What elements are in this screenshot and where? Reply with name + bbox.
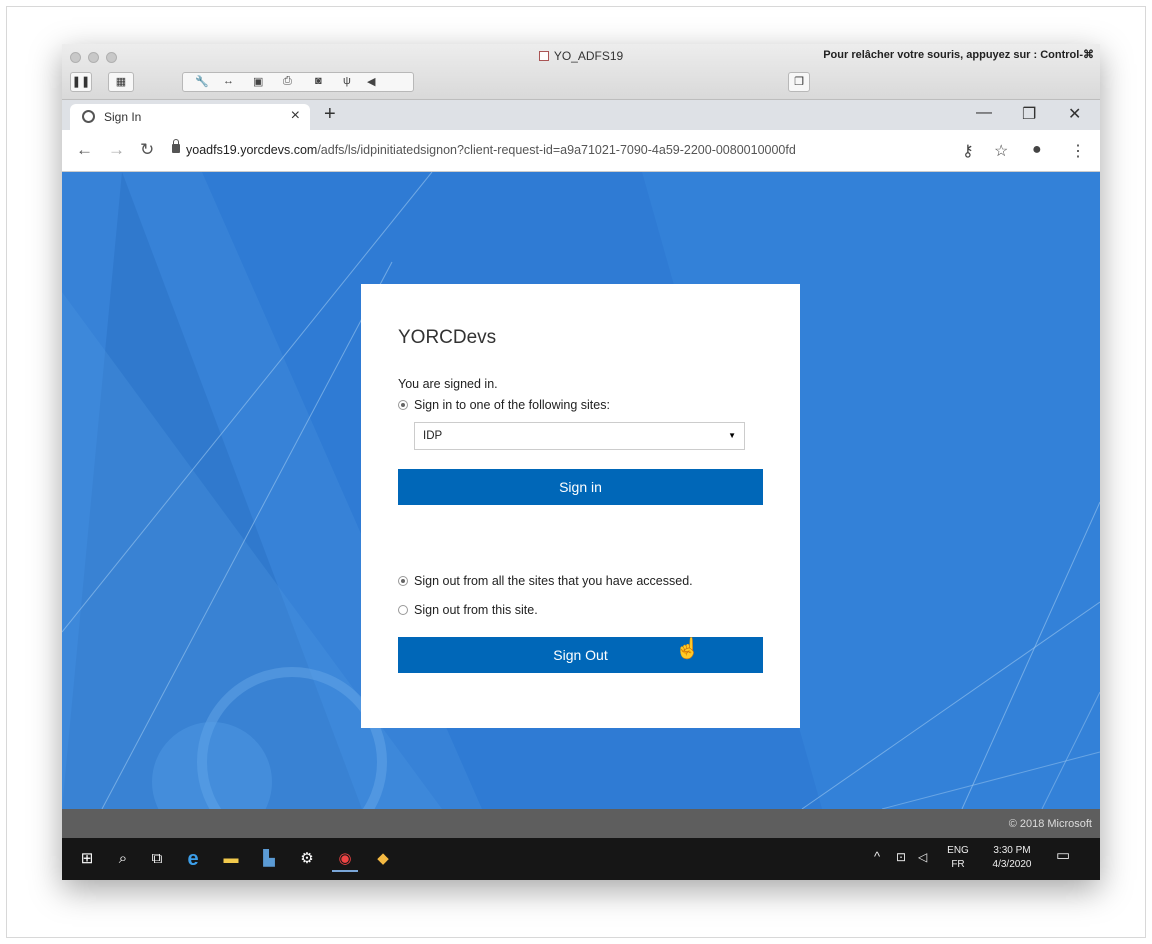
network-tray-icon[interactable]: ⊡ [896, 850, 906, 864]
disk-icon[interactable]: ▣ [253, 75, 263, 88]
clock-date: 4/3/2020 [992, 859, 1032, 870]
wrench-icon[interactable]: 🔧 [195, 75, 209, 88]
adfs-management-icon[interactable]: ◆ [370, 846, 396, 872]
server-manager-icon[interactable]: ▙ [256, 846, 282, 872]
site-select[interactable]: IDP ▼ [414, 422, 745, 450]
tab-sign-in[interactable]: Sign In × [70, 104, 310, 130]
reload-icon[interactable]: ↻ [140, 140, 154, 160]
url-host: yoadfs19.yorcdevs.com [186, 143, 318, 157]
language-indicator[interactable]: ENG FR [946, 844, 970, 872]
vm-window: YO_ADFS19 Pour relâcher votre souris, ap… [62, 44, 1100, 880]
windows-start-icon[interactable]: ⊞ [74, 846, 100, 872]
copyright-bar: © 2018 Microsoft [62, 809, 1100, 838]
sign-out-button[interactable]: Sign Out [398, 637, 763, 673]
lock-icon[interactable] [172, 139, 180, 153]
vm-mouse-hint: Pour relâcher votre souris, appuyez sur … [823, 49, 1094, 61]
radio-selected-icon[interactable] [398, 400, 408, 410]
network-icon[interactable]: ↔ [223, 75, 234, 87]
radio-signout-this[interactable]: Sign out from this site. [398, 603, 538, 617]
organization-name: YORCDevs [398, 327, 497, 348]
radio-signin-label: Sign in to one of the following sites: [414, 398, 610, 412]
printer-icon[interactable]: ⎙ [283, 75, 292, 88]
account-icon[interactable]: ● [1032, 141, 1042, 159]
adfs-page: YORCDevs You are signed in. Sign in to o… [62, 172, 1100, 809]
chrome-icon[interactable]: ◉ [332, 846, 358, 872]
ie-browser-icon[interactable]: e [180, 846, 206, 872]
address-bar: ← → ↻ yoadfs19.yorcdevs.com/adfs/ls/idpi… [62, 130, 1100, 172]
tray-chevron-icon[interactable]: ^ [874, 850, 880, 864]
task-view-icon[interactable]: ⧉ [144, 846, 170, 872]
vm-title-text: YO_ADFS19 [553, 49, 624, 63]
site-select-value: IDP [423, 430, 443, 442]
key-icon[interactable]: ⚷ [962, 141, 974, 161]
usb-icon[interactable]: ψ [343, 75, 351, 87]
sound-icon[interactable]: ◀ [367, 75, 375, 88]
pause-icon[interactable]: ❚❚ [70, 72, 92, 92]
camera-icon[interactable]: ◙ [315, 75, 322, 87]
dropdown-arrow-icon: ▼ [728, 431, 736, 440]
radio-signout-all[interactable]: Sign out from all the sites that you hav… [398, 574, 693, 588]
radio-signin-sites[interactable]: Sign in to one of the following sites: [398, 398, 610, 412]
url-field[interactable]: yoadfs19.yorcdevs.com/adfs/ls/idpinitiat… [186, 143, 796, 157]
clock[interactable]: 3:30 PM 4/3/2020 [984, 844, 1040, 872]
signin-card: YORCDevs You are signed in. Sign in to o… [361, 284, 800, 728]
vm-devices-toolbar: 🔧 ↔ ▣ ⎙ ◙ ψ ◀ [182, 72, 414, 92]
menu-icon[interactable]: ⋮ [1070, 141, 1086, 161]
new-tab-button[interactable]: + [324, 103, 336, 126]
radio-selected-icon[interactable] [398, 576, 408, 586]
file-explorer-icon[interactable]: ▬ [218, 846, 244, 872]
url-path: /adfs/ls/idpinitiatedsignon?client-reque… [317, 143, 796, 157]
fullscreen-icon[interactable]: ❐ [788, 72, 810, 92]
back-icon[interactable]: ← [76, 140, 93, 160]
windows-taskbar: ⊞ ⌕ ⧉ e ▬ ▙ ⚙ ◉ ◆ ^ ⊡ ◁ ENG FR 3:30 PM 4… [62, 838, 1100, 880]
lang-top: ENG [947, 845, 969, 856]
hand-cursor-icon: ☝ [675, 638, 700, 660]
copyright-text: © 2018 Microsoft [1008, 818, 1092, 830]
volume-muted-icon[interactable]: ◁ [918, 850, 927, 864]
settings-gear-icon[interactable]: ⚙ [294, 846, 320, 872]
lang-bottom: FR [951, 859, 965, 870]
vm-app-icon [538, 51, 549, 61]
search-icon[interactable]: ⌕ [110, 846, 136, 872]
minimize-icon[interactable]: — [976, 104, 992, 122]
signed-in-status: You are signed in. [398, 377, 498, 391]
radio-unselected-icon[interactable] [398, 605, 408, 615]
sign-in-button[interactable]: Sign in [398, 469, 763, 505]
tab-close-icon[interactable]: × [291, 107, 300, 125]
forward-icon[interactable]: → [108, 140, 125, 160]
tab-strip: Sign In × + — ❐ ✕ [62, 100, 1100, 130]
radio-signout-this-label: Sign out from this site. [414, 603, 538, 617]
radio-signout-all-label: Sign out from all the sites that you hav… [414, 574, 693, 588]
tab-title: Sign In [104, 110, 142, 124]
close-icon[interactable]: ✕ [1068, 104, 1081, 124]
snapshot-icon[interactable]: ▦ [108, 72, 134, 92]
star-icon[interactable]: ☆ [994, 141, 1008, 161]
globe-icon [82, 110, 95, 123]
restore-icon[interactable]: ❐ [1022, 104, 1036, 124]
clock-time: 3:30 PM [993, 845, 1031, 856]
notification-icon[interactable]: ▭ [1056, 848, 1070, 863]
vm-titlebar: YO_ADFS19 Pour relâcher votre souris, ap… [62, 44, 1100, 100]
